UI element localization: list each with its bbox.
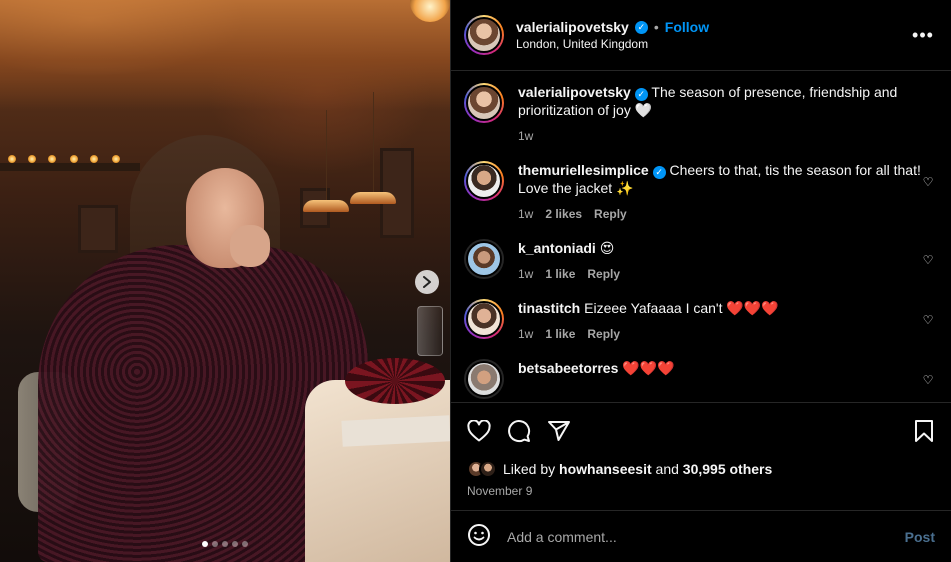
photo-glass [417,306,443,356]
photo-candle [70,155,78,163]
instagram-post: valerialipovetsky ✓ • Follow London, Uni… [0,0,951,562]
comment-icon[interactable] [506,418,532,444]
comment-username[interactable]: themuriellesimplice [518,162,649,178]
photo-lamp-cord [326,110,327,202]
comment-item: betsabeetorres ❤️❤️❤️ ♡ [464,359,935,399]
post-comment-button[interactable]: Post [905,529,935,545]
follow-button[interactable]: Follow [665,19,709,35]
comment-likes[interactable]: 1 like [545,325,575,343]
carousel-dot-active [202,541,208,547]
author-avatar[interactable] [464,15,504,55]
comment-reply-button[interactable]: Reply [587,265,620,283]
comment-reply-button[interactable]: Reply [594,205,627,223]
carousel-dot [242,541,248,547]
photo-wall-frame [78,205,118,253]
comment-time: 1w [518,207,534,221]
liked-by-prefix: Liked by [503,461,556,477]
heart-icon[interactable] [466,418,492,444]
comment-time: 1w [518,327,534,341]
post-location[interactable]: London, United Kingdom [516,37,911,51]
comment-item: tinastitch Eizeee Yafaaaa I can't ❤️❤️❤️… [464,299,935,343]
post-side-panel: valerialipovetsky ✓ • Follow London, Uni… [450,0,951,562]
send-icon[interactable] [546,418,572,444]
add-comment-bar: Post [451,510,951,562]
post-photo[interactable] [0,0,450,562]
comment-time: 1w [518,267,534,281]
bookmark-icon[interactable] [911,418,937,444]
verified-badge-icon: ✓ [652,165,666,179]
comment-username[interactable]: k_antoniadi [518,240,596,256]
comment-text: ❤️❤️❤️ [622,360,675,376]
photo-candle [8,155,16,163]
carousel-dot [212,541,218,547]
photo-pendant-lamp [303,200,349,212]
photo-lamp-cord [373,92,374,194]
carousel-dots [0,541,450,547]
comment-like-heart-icon[interactable]: ♡ [921,313,935,327]
comment-avatar[interactable] [464,161,504,201]
liked-by-and: and [655,461,679,477]
carousel-dot [222,541,228,547]
post-actions-bar [451,402,951,458]
comment-like-heart-icon[interactable]: ♡ [921,253,935,267]
caption-time: 1w [518,129,534,143]
comment-username[interactable]: betsabeetorres [518,360,618,376]
comment-reply-button[interactable]: Reply [587,325,620,343]
comment-item: themuriellesimplice ✓ Cheers to that, ti… [464,161,935,223]
photo-candle [48,155,56,163]
photo-shelf [0,163,140,171]
more-options-icon[interactable]: ••• [911,25,935,46]
caption-username[interactable]: valerialipovetsky [518,84,631,100]
photo-candle [28,155,36,163]
comment-avatar[interactable] [464,359,504,399]
add-comment-input[interactable] [507,528,905,545]
photo-candle [112,155,120,163]
photo-plate [345,358,445,404]
verified-badge-icon: ✓ [634,87,648,101]
liked-by-user[interactable]: howhanseesit [559,461,652,477]
liked-by-avatars [467,460,497,478]
comments-list[interactable]: valerialipovetsky ✓ The season of presen… [451,71,951,402]
header-text: valerialipovetsky ✓ • Follow London, Uni… [516,19,911,51]
chevron-right-icon [423,276,431,288]
comment-text: Eizeee Yafaaaa I can't ❤️❤️❤️ [584,300,779,316]
verified-badge-icon: ✓ [634,20,648,34]
carousel-dot [232,541,238,547]
mini-avatar [479,460,497,478]
comment-like-heart-icon[interactable]: ♡ [921,373,935,387]
likes-summary: Liked by howhanseesit and 30,995 others [451,458,951,480]
photo-table [305,380,450,562]
emoji-icon[interactable] [467,523,491,550]
separator-dot: • [653,19,659,35]
comment-avatar[interactable] [464,299,504,339]
comment-avatar[interactable] [464,239,504,279]
comment-like-heart-icon[interactable]: ♡ [921,175,935,189]
caption-avatar[interactable] [464,83,504,123]
photo-hand [230,225,270,267]
comment-likes[interactable]: 1 like [545,265,575,283]
post-header: valerialipovetsky ✓ • Follow London, Uni… [451,0,951,71]
comment-likes[interactable]: 2 likes [545,205,582,223]
likes-count[interactable]: 30,995 others [683,461,773,477]
photo-pendant-lamp [350,192,396,204]
comment-username[interactable]: tinastitch [518,300,580,316]
author-username[interactable]: valerialipovetsky [516,19,629,35]
comment-text: 😍 [599,240,615,256]
post-date[interactable]: November 9 [451,480,951,510]
photo-ceiling [0,0,450,110]
caption: valerialipovetsky ✓ The season of presen… [464,83,935,145]
carousel-next-button[interactable] [415,270,439,294]
comment-item: k_antoniadi 😍 1w 1 like Reply ♡ [464,239,935,283]
photo-candle [90,155,98,163]
